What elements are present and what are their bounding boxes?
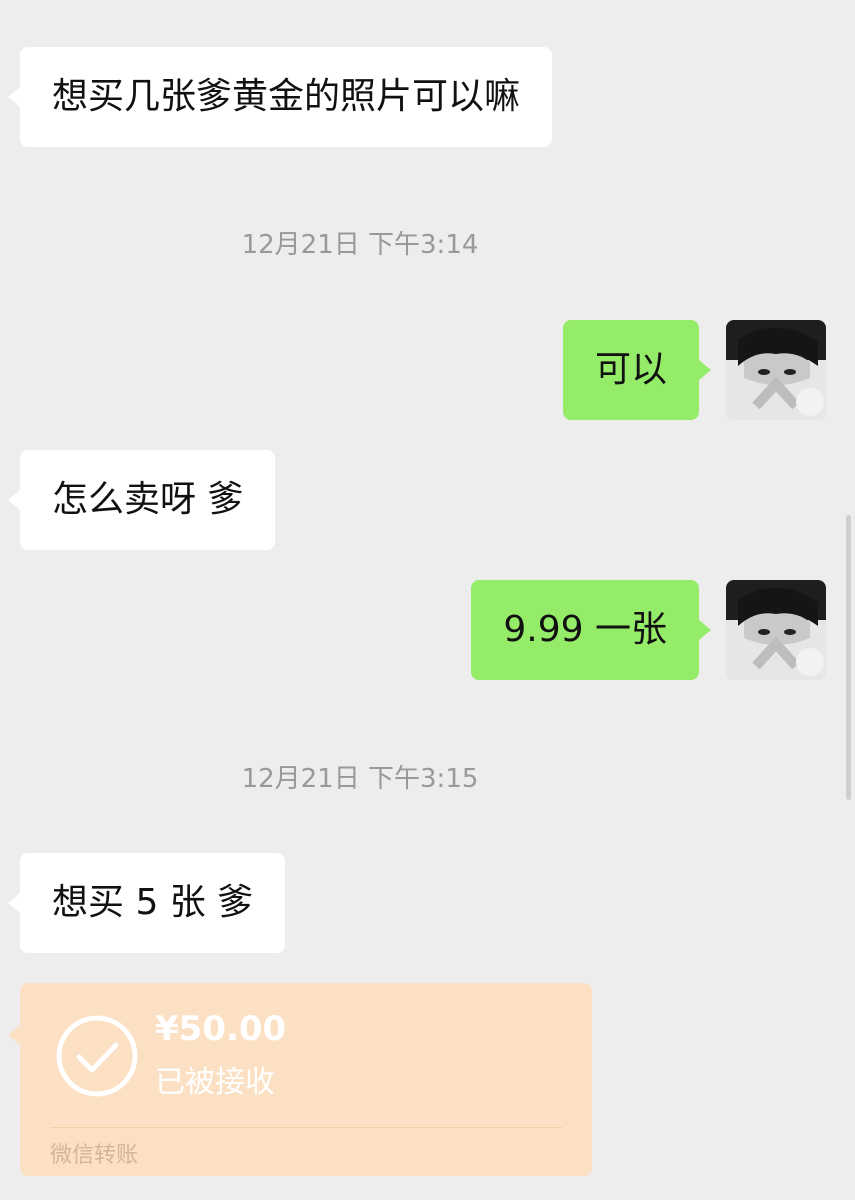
chat-area: 想买几张爹黄金的照片可以嘛 12月21日 下午3:14 可以 怎么卖呀 爹 9.… — [0, 0, 855, 1200]
message-text: 怎么卖呀 爹 — [52, 479, 244, 520]
incoming-message[interactable]: 想买 5 张 爹 — [7, 853, 286, 953]
timestamp: 12月21日 下午3:14 — [241, 230, 479, 260]
scrollbar[interactable] — [846, 515, 851, 800]
incoming-message[interactable]: 怎么卖呀 爹 — [7, 450, 276, 550]
avatar-photo-icon — [726, 320, 826, 420]
transfer-label: 微信转账 — [50, 1143, 139, 1168]
outgoing-message[interactable]: 9.99 一张 — [471, 580, 711, 680]
message-text: 可以 — [594, 349, 667, 390]
avatar[interactable] — [726, 580, 826, 680]
message-text: 9.99 一张 — [503, 609, 667, 650]
message-text: 想买 5 张 爹 — [52, 882, 254, 923]
message-text: 想买几张爹黄金的照片可以嘛 — [52, 76, 521, 117]
timestamp: 12月21日 下午3:15 — [241, 764, 479, 794]
check-circle-icon — [56, 1015, 138, 1097]
incoming-message[interactable]: 想买几张爹黄金的照片可以嘛 — [7, 47, 553, 147]
transfer-amount: ¥50.00 — [155, 1009, 287, 1049]
avatar-photo-icon — [726, 580, 826, 680]
transfer-status: 已被接收 — [155, 1065, 275, 1100]
avatar[interactable] — [726, 320, 826, 420]
wechat-transfer-card[interactable]: ¥50.00 已被接收 微信转账 — [8, 983, 592, 1176]
divider — [50, 1127, 562, 1128]
outgoing-message[interactable]: 可以 — [562, 320, 712, 420]
